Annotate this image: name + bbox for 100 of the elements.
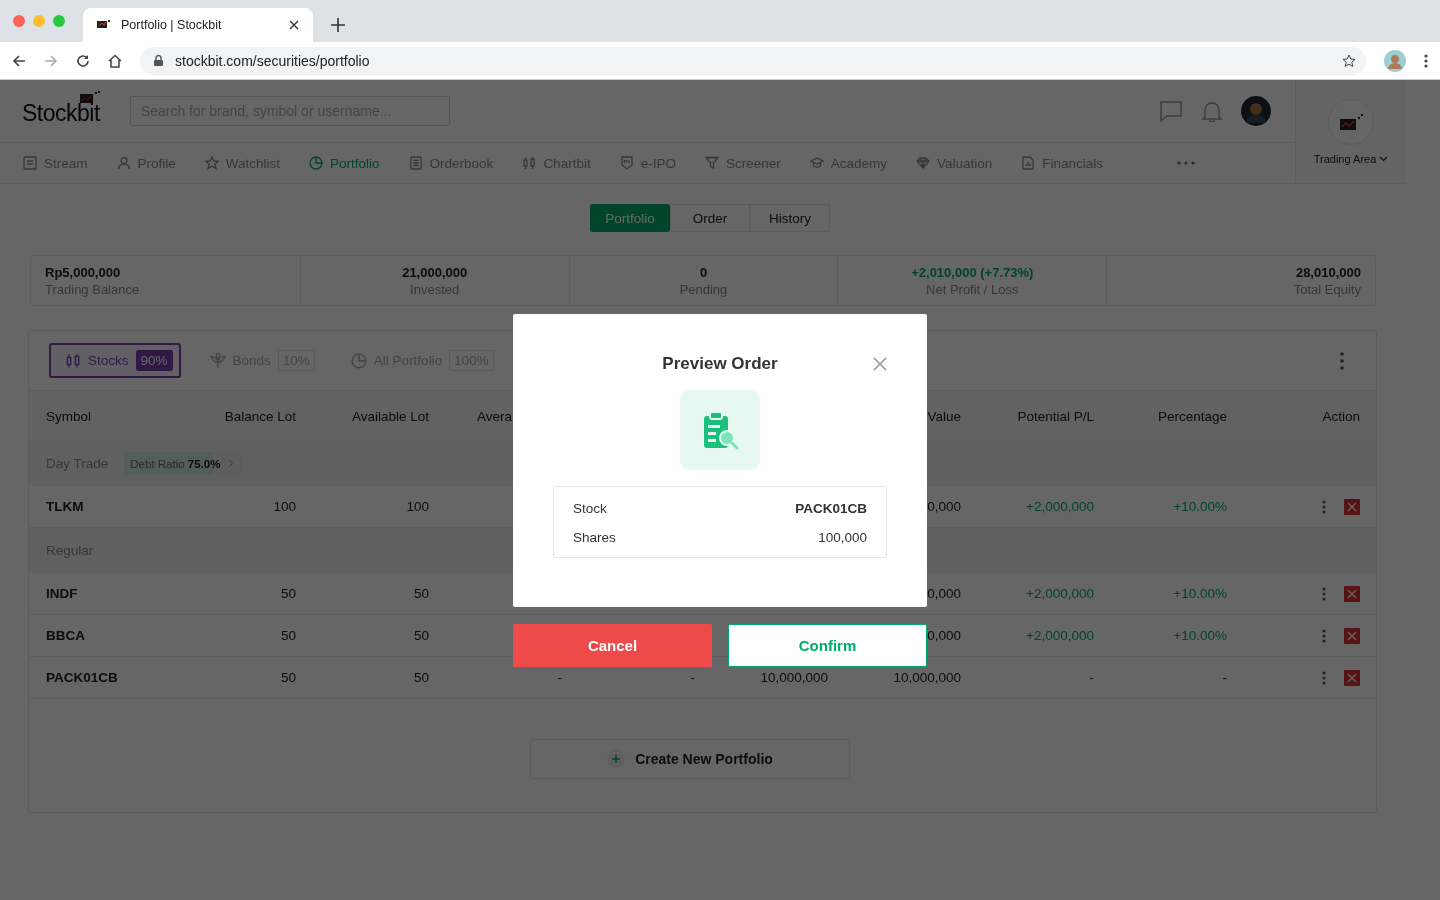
detail-value: 100,000 [818,530,867,545]
table-cell: 10,000,000 [760,670,828,685]
delete-icon[interactable] [1344,669,1360,686]
table-cell: 0,000 [927,628,961,643]
dialog-title: Preview Order [662,354,778,374]
table-cell: +10.00% [1173,628,1227,643]
clipboard-search-icon [680,390,760,470]
lock-icon [154,55,163,66]
detail-label: Stock [573,501,607,516]
summary-value: Rp5,000,000 [45,264,121,280]
user-icon [116,156,131,170]
delete-icon[interactable] [1344,627,1360,644]
table-cell: - [557,670,562,685]
nav-tab[interactable]: Portfolio [309,155,380,171]
graduation-cap-icon [809,156,824,170]
more-icon[interactable] [1322,499,1326,514]
table-cell: 50 [280,670,296,685]
create-portfolio-button[interactable]: Create New Portfolio [530,739,850,779]
avatar-icon[interactable] [1241,96,1271,126]
delete-icon[interactable] [1344,585,1360,602]
close-window-icon[interactable] [13,15,25,27]
table-cell: - [1222,670,1227,685]
chart-bubble-icon [79,91,100,103]
leaf-icon [209,352,226,369]
table-cell: +2,000,000 [1026,499,1094,514]
candlestick-icon [522,156,537,170]
table-cell: +2,000,000 [1026,586,1094,601]
pie-chart-icon [309,156,324,170]
summary-value: 0 [699,264,708,280]
column-header: Available Lot [351,408,429,424]
summary-value: 21,000,000 [402,264,468,280]
table-cell: +10.00% [1173,499,1227,514]
table-cell: 50 [413,586,429,601]
menu-icon[interactable] [1424,53,1428,68]
segment-tab[interactable]: Order [670,204,750,232]
document-icon [408,156,423,170]
table-cell: - [1089,670,1094,685]
new-tab-icon[interactable] [331,18,345,32]
plus-icon [607,750,626,768]
table-cell: 0,000 [927,499,961,514]
symbol-cell[interactable]: TLKM [46,499,84,514]
maximize-window-icon[interactable] [53,15,65,27]
cancel-button[interactable]: Cancel [513,624,712,667]
detail-value: PACK01CB [795,501,867,516]
table-cell: +10.00% [1173,586,1227,601]
list-icon [23,156,37,170]
avatar-icon[interactable] [1384,49,1406,72]
table-cell: 50 [280,586,296,601]
home-icon[interactable] [108,53,122,68]
table-cell: 50 [280,628,296,643]
table-cell: 50 [413,628,429,643]
table-cell: 100 [273,499,296,514]
filter-icon [704,156,719,170]
column-header: Potential P/L [1017,408,1094,424]
column-header: Action [1322,408,1360,424]
column-header: Symbol [46,408,91,424]
trading-area-dropdown[interactable]: Trading Area [1313,152,1389,165]
pie-chart-icon [350,352,367,369]
file-chart-icon [1021,156,1036,170]
back-icon[interactable] [12,53,26,68]
bell-icon[interactable] [1201,100,1223,122]
more-icon[interactable] [1322,586,1326,601]
table-cell: 50 [413,670,429,685]
delete-icon[interactable] [1344,498,1360,515]
address-field[interactable]: stockbit.com/securities/portfolio [140,46,1366,75]
stockbit-logo[interactable]: Stockbit [22,101,100,125]
symbol-cell[interactable]: BBCA [46,628,85,643]
table-cell: +2,000,000 [1026,628,1094,643]
column-header: Percentage [1157,408,1227,424]
close-icon[interactable] [289,20,299,30]
column-header: Balance Lot [224,408,296,424]
reload-icon[interactable] [76,53,90,68]
chat-icon[interactable] [1159,100,1183,122]
segment-tab[interactable]: History [750,204,830,232]
detail-label: Shares [573,530,616,545]
symbol-cell[interactable]: PACK01CB [46,670,118,685]
forward-icon[interactable] [44,53,58,68]
star-icon [204,156,219,170]
more-icon[interactable] [1322,670,1326,685]
candlestick-icon [65,352,81,369]
summary-value: 28,010,000 [1295,264,1361,280]
summary-value: +2,010,000 (+7.73%) [911,264,1034,280]
more-icon[interactable] [1340,351,1344,370]
chart-bubble-icon [1339,113,1363,130]
table-cell: 100 [406,499,429,514]
symbol-cell[interactable]: INDF [46,586,78,601]
trading-area-button[interactable] [1328,98,1374,145]
diamond-icon [916,156,930,170]
confirm-button[interactable]: Confirm [728,624,927,667]
star-icon[interactable] [1342,53,1356,68]
segment-tab[interactable]: Portfolio [590,204,670,232]
filter-tab[interactable]: Stocks 90% [49,343,181,378]
chevron-down-icon [1379,155,1389,162]
chart-bubble-icon [97,19,111,31]
table-cell: 10,000,000 [893,670,961,685]
browser-tab[interactable]: Portfolio | Stockbit [83,8,313,42]
shield-icon [619,156,634,170]
more-icon[interactable] [1177,161,1196,165]
table-cell: - [690,670,695,685]
more-icon[interactable] [1322,628,1326,643]
